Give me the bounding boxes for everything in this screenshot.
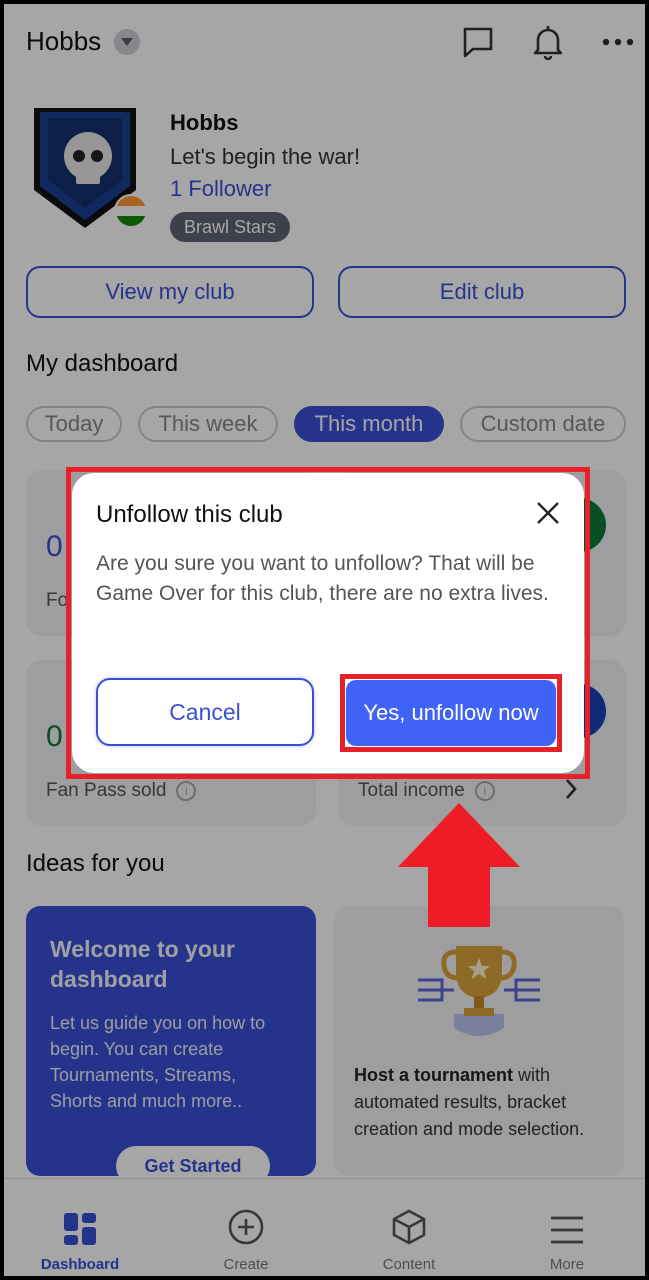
unfollow-dialog: Unfollow this club Are you sure you want… — [72, 473, 584, 773]
confirm-unfollow-button[interactable]: Yes, unfollow now — [346, 680, 556, 746]
dialog-message: Are you sure you want to unfollow? That … — [96, 552, 549, 605]
cancel-button[interactable]: Cancel — [96, 678, 314, 746]
app-screen: Hobbs Hobbs Let's begin the war! 1 Follo… — [0, 0, 649, 1280]
arrow-up-icon — [396, 801, 522, 929]
dialog-title: Unfollow this club — [96, 501, 283, 528]
close-icon[interactable] — [532, 497, 564, 529]
